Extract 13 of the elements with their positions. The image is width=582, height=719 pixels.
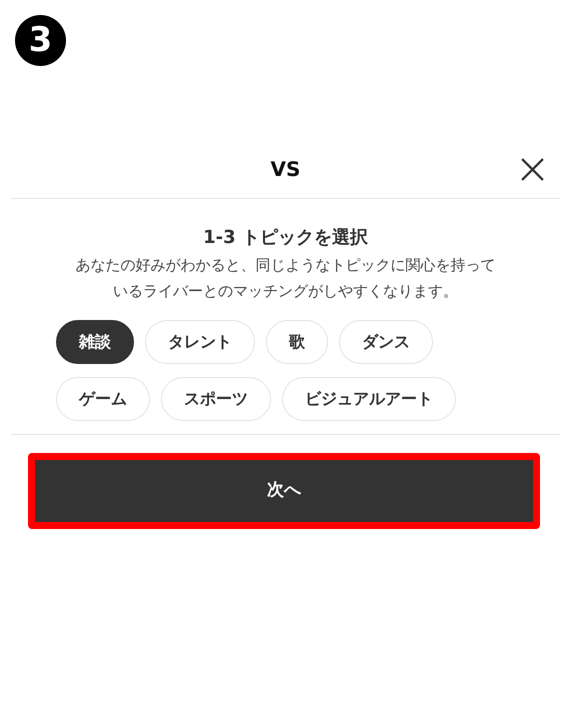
close-icon[interactable] <box>520 157 545 182</box>
topic-chip[interactable]: 歌 <box>266 320 328 364</box>
topic-chip[interactable]: ゲーム <box>56 377 150 421</box>
dialog-title: VS <box>270 156 300 183</box>
step-number-badge: 3 <box>15 15 66 66</box>
section-heading: 1-3 トピックを選択 <box>203 226 368 250</box>
topic-chip[interactable]: タレント <box>145 320 255 364</box>
topic-chip[interactable]: 雑談 <box>56 320 134 364</box>
description-text: あなたの好みがわかると、同じようなトピックに関心を持っているライバーとのマッチングがしやすくなります。 <box>76 255 496 302</box>
topic-chip[interactable]: ビジュアルアート <box>282 377 456 421</box>
topic-chip[interactable]: スポーツ <box>161 377 271 421</box>
next-button[interactable]: 次へ <box>28 453 540 529</box>
topic-chip[interactable]: ダンス <box>339 320 433 364</box>
